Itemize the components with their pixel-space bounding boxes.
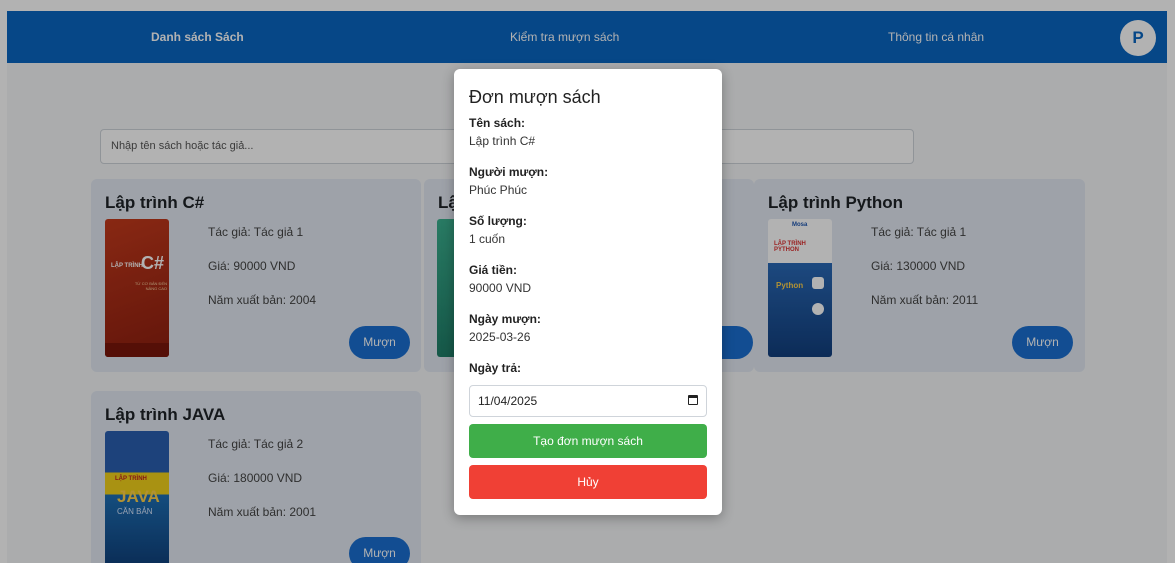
return-date-label: Ngày trả: bbox=[469, 361, 522, 375]
return-date-value: 11/04/2025 bbox=[478, 394, 538, 408]
create-borrow-button[interactable]: Tạo đơn mượn sách bbox=[469, 424, 707, 458]
book-name-value: Lập trình C# bbox=[469, 134, 536, 148]
modal-title: Đơn mượn sách bbox=[469, 87, 601, 107]
calendar-icon[interactable] bbox=[688, 395, 698, 405]
price-value: 90000 VND bbox=[469, 281, 532, 295]
price-label: Giá tiền: bbox=[469, 263, 518, 277]
borrow-date-label: Ngày mượn: bbox=[469, 312, 541, 326]
quantity-value: 1 cuốn bbox=[469, 232, 506, 246]
return-date-input[interactable]: 11/04/2025 bbox=[469, 385, 707, 417]
borrower-value: Phúc Phúc bbox=[469, 183, 528, 197]
cancel-button[interactable]: Hủy bbox=[469, 465, 707, 499]
quantity-label: Số lượng: bbox=[469, 214, 527, 228]
borrower-label: Người mượn: bbox=[469, 165, 549, 179]
book-name-label: Tên sách: bbox=[469, 116, 526, 130]
borrow-date-value: 2025-03-26 bbox=[469, 330, 531, 344]
borrow-order-modal: Đơn mượn sách Tên sách: Lập trình C# Ngư… bbox=[454, 69, 722, 515]
